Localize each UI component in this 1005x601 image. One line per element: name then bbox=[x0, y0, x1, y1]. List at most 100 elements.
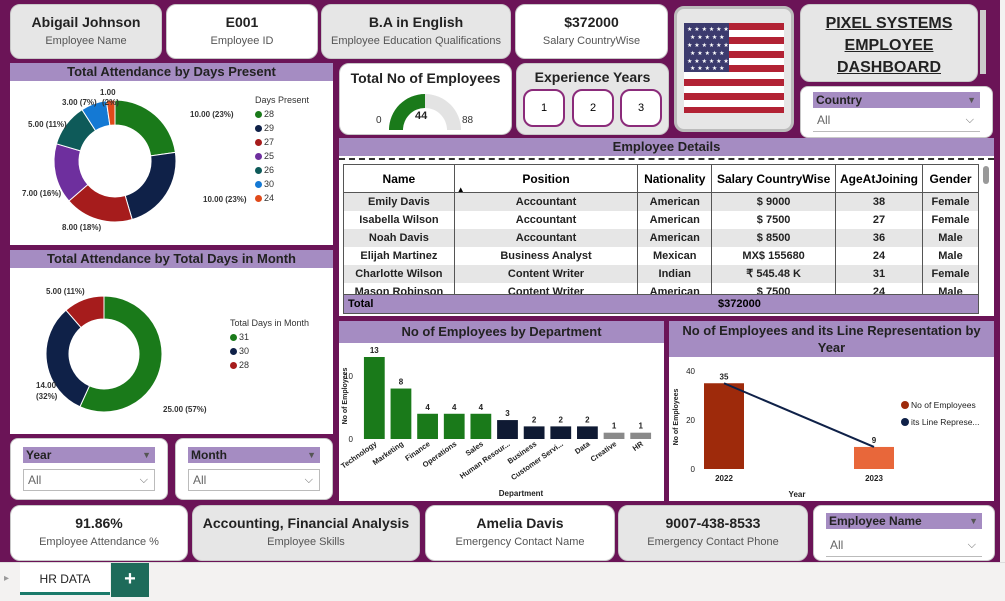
bar-Creative[interactable] bbox=[603, 432, 625, 439]
legend-item-28[interactable]: 28 bbox=[255, 107, 309, 121]
legend-dot bbox=[255, 124, 262, 132]
table-row[interactable]: Emily Davis Accountant American $ 9000 38 Fem… bbox=[343, 192, 979, 211]
table-cell-gender: Male bbox=[922, 228, 979, 247]
x-tick-label: HR bbox=[631, 439, 646, 453]
experience-option-1[interactable]: 1 bbox=[523, 89, 565, 127]
bar-Operations[interactable] bbox=[443, 413, 465, 439]
bar-2023[interactable] bbox=[854, 446, 894, 469]
month-slicer[interactable]: Month ▼ All ⌵ bbox=[175, 438, 333, 500]
column-header-nationality[interactable]: Nationality bbox=[637, 164, 713, 193]
bar-Human Resour...[interactable] bbox=[497, 420, 518, 439]
table-cell-ageatjoining: 31 bbox=[835, 264, 923, 283]
add-page-button[interactable]: + bbox=[111, 563, 149, 597]
legend-dot bbox=[230, 347, 237, 355]
bar-Business[interactable] bbox=[523, 426, 545, 439]
dashboard-title-line3: DASHBOARD bbox=[837, 59, 941, 76]
panel-title: No of Employees by Department bbox=[339, 321, 664, 343]
chevron-right-icon[interactable]: ▸ bbox=[4, 573, 9, 584]
legend-label: 26 bbox=[264, 165, 275, 175]
legend-dot bbox=[230, 333, 237, 341]
donut-slice-29[interactable] bbox=[124, 151, 177, 221]
kpi-value: $372000 bbox=[564, 14, 619, 30]
chevron-down-icon: ▼ bbox=[142, 450, 151, 460]
table-row[interactable]: Isabella Wilson Accountant American $ 7500 2… bbox=[343, 210, 979, 229]
chevron-down-icon: ▼ bbox=[307, 450, 316, 460]
column-header-age[interactable]: AgeAtJoining bbox=[835, 164, 923, 193]
panel-title: Total Attendance by Days Present bbox=[10, 63, 333, 81]
column-header-position[interactable]: Position ▲ bbox=[453, 164, 639, 194]
legend-item-29[interactable]: 29 bbox=[255, 121, 309, 135]
bar-data-label: 1 bbox=[612, 422, 617, 431]
column-header-gender[interactable]: Gender bbox=[922, 164, 979, 193]
table-row[interactable]: Noah Davis Accountant American $ 8500 36 Male bbox=[343, 228, 979, 247]
table-row[interactable]: Charlotte Wilson Content Writer Indian ₹ 54… bbox=[343, 264, 979, 283]
legend-item-28[interactable]: 28 bbox=[230, 358, 309, 372]
chevron-down-icon: ⌵ bbox=[304, 474, 313, 486]
experience-option-2[interactable]: 2 bbox=[572, 89, 614, 127]
column-header-name[interactable]: Name bbox=[343, 164, 455, 193]
employee-name-slicer[interactable]: Employee Name ▼ All ⌵ bbox=[813, 505, 995, 561]
legend-item-30[interactable]: 30 bbox=[255, 177, 309, 191]
bar-Technology[interactable] bbox=[363, 357, 385, 439]
table-cell-name: Noah Davis bbox=[343, 228, 455, 247]
experience-years-title: Experience Years bbox=[534, 69, 651, 85]
bar-Sales[interactable] bbox=[470, 413, 492, 439]
table-cell-nationality: American bbox=[637, 228, 713, 247]
bar-Data[interactable] bbox=[577, 426, 598, 439]
bar-data-label: 1 bbox=[638, 422, 643, 431]
page-tab-bar: ▸ HR DATA + bbox=[0, 562, 1005, 601]
legend-item-26[interactable]: 26 bbox=[255, 163, 309, 177]
bar-data-label: 4 bbox=[425, 403, 430, 412]
kpi-value: Amelia Davis bbox=[476, 515, 564, 531]
data-label: 3.00 (7%) bbox=[62, 98, 97, 107]
legend-label: No of Employees bbox=[911, 400, 976, 410]
table-cell-ageatjoining: 27 bbox=[835, 210, 923, 229]
kpi-value: 91.86% bbox=[75, 515, 123, 531]
legend-item-27[interactable]: 27 bbox=[255, 135, 309, 149]
employee-name-dropdown[interactable]: All ⌵ bbox=[826, 535, 982, 557]
country-slicer-title: Country ▼ bbox=[813, 92, 980, 108]
tab-hr-data[interactable]: HR DATA bbox=[20, 563, 110, 595]
legend-dot bbox=[255, 110, 262, 118]
title-scrollbar[interactable] bbox=[980, 10, 986, 74]
legend-item-30[interactable]: 30 bbox=[230, 344, 309, 358]
dashboard-title-line2: EMPLOYEE bbox=[844, 37, 934, 54]
bar-Customer Servi...[interactable] bbox=[550, 426, 572, 439]
table-cell-ageatjoining: 24 bbox=[835, 246, 923, 265]
year-dropdown[interactable]: All ⌵ bbox=[23, 469, 155, 491]
bar-Marketing[interactable] bbox=[390, 388, 412, 439]
dashboard-canvas: Abigail Johnson Employee Name E001 Emplo… bbox=[0, 0, 1000, 562]
country-slicer[interactable]: Country ▼ All ⌵ bbox=[800, 86, 993, 138]
year-slicer[interactable]: Year ▼ All ⌵ bbox=[10, 438, 168, 500]
y-tick-label: 0 bbox=[349, 435, 354, 444]
table-scrollbar[interactable] bbox=[983, 166, 989, 184]
kpi-emergency-name: Amelia Davis Emergency Contact Name bbox=[425, 505, 615, 561]
bar-2022[interactable] bbox=[704, 383, 744, 469]
y-tick-label: 10 bbox=[344, 372, 353, 381]
gauge-min: 0 bbox=[376, 115, 382, 126]
bar-HR[interactable] bbox=[630, 432, 652, 439]
legend-item-31[interactable]: 31 bbox=[230, 330, 309, 344]
month-dropdown[interactable]: All ⌵ bbox=[188, 469, 320, 491]
x-tick-label: Marketing bbox=[371, 439, 406, 467]
kpi-emergency-phone: 9007-438-8533 Emergency Contact Phone bbox=[618, 505, 808, 561]
bar-Finance[interactable] bbox=[417, 413, 438, 439]
donut-slice-28[interactable] bbox=[114, 99, 176, 157]
x-axis-label: Department bbox=[499, 489, 544, 498]
experience-option-3[interactable]: 3 bbox=[620, 89, 662, 127]
country-dropdown[interactable]: All ⌵ bbox=[813, 110, 980, 132]
table-cell-salary-countrywise: $ 8500 bbox=[711, 228, 837, 247]
table-row[interactable]: Elijah Martinez Business Analyst Mexican MX… bbox=[343, 246, 979, 265]
x-tick-label: 2023 bbox=[865, 474, 883, 483]
trend-line[interactable] bbox=[723, 382, 875, 448]
legend-item-24[interactable]: 24 bbox=[255, 191, 309, 205]
table-cell-position: Content Writer bbox=[453, 264, 639, 283]
column-header-salary[interactable]: Salary CountryWise bbox=[711, 164, 837, 193]
data-label: 5.00 (11%) bbox=[28, 120, 67, 129]
gauge-max: 88 bbox=[462, 115, 474, 126]
bar-data-label: 2 bbox=[559, 415, 564, 424]
legend-label: 25 bbox=[264, 151, 275, 161]
table-total-row: Total $372000 bbox=[343, 294, 979, 314]
table-cell-nationality: American bbox=[637, 192, 713, 211]
legend-item-25[interactable]: 25 bbox=[255, 149, 309, 163]
